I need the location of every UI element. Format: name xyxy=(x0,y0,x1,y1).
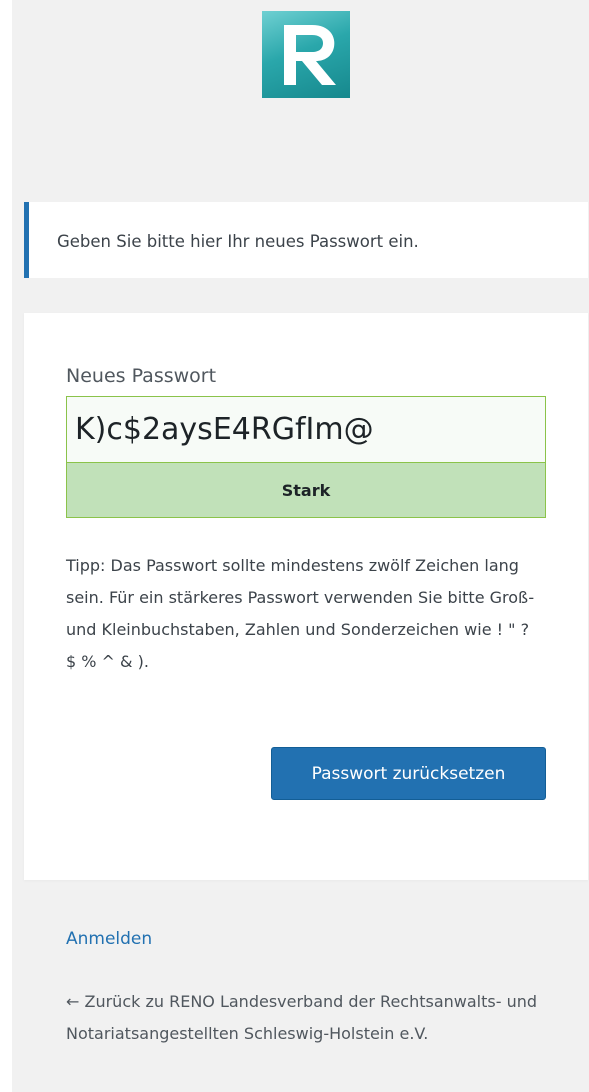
password-strength-indicator: Stark xyxy=(66,463,546,518)
password-hint: Tipp: Das Passwort sollte mindestens zwö… xyxy=(66,556,535,671)
back-to-site-link[interactable]: ← Zurück zu RENO Landesverband der Recht… xyxy=(66,986,546,1050)
left-edge xyxy=(0,0,12,1092)
site-logo[interactable] xyxy=(262,11,350,98)
login-link[interactable]: Anmelden xyxy=(66,929,152,949)
password-label: Neues Passwort xyxy=(66,365,217,387)
info-notice: Geben Sie bitte hier Ihr neues Passwort … xyxy=(24,202,588,278)
notice-message: Geben Sie bitte hier Ihr neues Passwort … xyxy=(57,232,419,251)
logo-r-icon xyxy=(284,25,336,85)
login-page: Geben Sie bitte hier Ihr neues Passwort … xyxy=(0,0,589,1092)
reset-password-form: Neues Passwort Stark Tipp: Das Passwort … xyxy=(24,313,588,880)
reset-password-button[interactable]: Passwort zurücksetzen xyxy=(271,747,546,800)
new-password-input[interactable] xyxy=(66,396,546,463)
